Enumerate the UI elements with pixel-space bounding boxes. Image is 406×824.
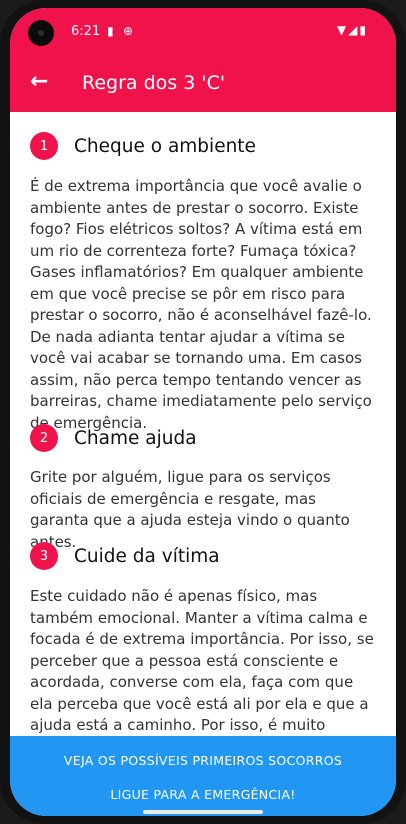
vpn-icon: ⊕ <box>123 24 134 38</box>
battery-icon: ▮ <box>359 23 368 37</box>
section-2-header: 2 Chame ajuda <box>30 423 197 453</box>
section-1-header: 1 Cheque o ambiente <box>30 131 256 161</box>
page-title: Regra dos 3 'C' <box>82 72 226 94</box>
call-emergency-button[interactable]: LIGUE PARA A EMERGÊNCIA! <box>10 778 396 812</box>
sd-card-icon: ▮ <box>107 24 114 38</box>
section-number-badge: 1 <box>30 132 58 160</box>
wifi-icon: ▼ <box>336 23 349 37</box>
gesture-nav-bar[interactable] <box>143 810 263 814</box>
section-1-text: É de extrema importância que você avalie… <box>30 177 372 432</box>
content-scroll[interactable]: 1 Cheque o ambiente É de extrema importâ… <box>10 112 396 736</box>
first-aid-button[interactable]: VEJA OS POSSÍVEIS PRIMEIROS SOCORROS <box>10 744 396 778</box>
section-title: Chame ajuda <box>74 427 197 449</box>
signal-icon: ◢ <box>348 23 360 37</box>
phone-frame: 6:21 ▮ ⊕ ▼◢▮ ← Regra dos 3 'C' 1 Cheque … <box>0 0 406 824</box>
screen: 6:21 ▮ ⊕ ▼◢▮ ← Regra dos 3 'C' 1 Cheque … <box>10 8 396 816</box>
section-title: Cuide da vítima <box>74 545 220 567</box>
arrow-back-icon[interactable]: ← <box>30 68 58 96</box>
section-title: Cheque o ambiente <box>74 135 256 157</box>
status-right-icons: ▼◢▮ <box>337 23 368 37</box>
status-time: 6:21 <box>71 24 101 39</box>
section-number-badge: 2 <box>30 424 58 452</box>
section-3-text: Este cuidado não é apenas físico, mas ta… <box>30 587 374 734</box>
camera-lens <box>36 28 46 38</box>
section-number-badge: 3 <box>30 542 58 570</box>
section-3-header: 3 Cuide da vítima <box>30 541 220 571</box>
status-bar: 6:21 ▮ ⊕ ▼◢▮ <box>10 8 396 56</box>
bottom-actions: VEJA OS POSSÍVEIS PRIMEIROS SOCORROS LIG… <box>10 736 396 816</box>
front-camera <box>28 20 54 46</box>
app-bar: ← Regra dos 3 'C' <box>10 56 396 112</box>
